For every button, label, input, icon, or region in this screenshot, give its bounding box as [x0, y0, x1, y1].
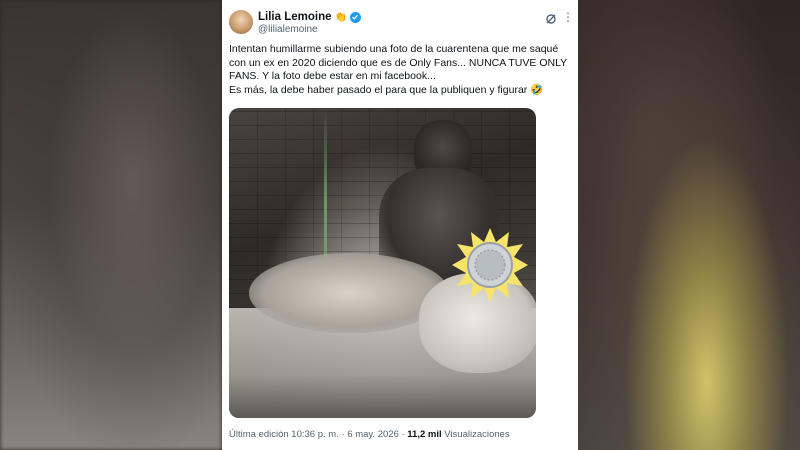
author-name-row: Lilia Lemoine 👏 [258, 11, 361, 23]
grok-icon[interactable] [545, 12, 557, 30]
background-blur-left [0, 0, 222, 450]
views-label: Visualizaciones [441, 429, 510, 440]
tweet-photo[interactable] [229, 108, 536, 418]
verified-badge-icon [349, 11, 361, 23]
background-blur-right [578, 0, 800, 450]
display-name[interactable]: Lilia Lemoine [258, 11, 332, 23]
views-count: 11,2 mil [407, 429, 442, 440]
tweet-text-line: Intentan humillarme subiendo una foto de… [229, 43, 567, 83]
censor-sticker-icon [452, 228, 528, 302]
more-options-icon[interactable]: ⋮ [562, 11, 575, 23]
tweet-text-line: Es más, la debe haber pasado el para que… [229, 83, 544, 96]
tweet-text: Intentan humillarme subiendo una foto de… [229, 43, 569, 97]
tweet-footer: Última edición 10:36 p. m. · 6 may. 2026… [229, 429, 510, 440]
name-emoji: 👏 [334, 11, 347, 23]
edit-timestamp[interactable]: Última edición 10:36 p. m. · 6 may. 2026… [229, 429, 407, 440]
handle[interactable]: @lilialemoine [258, 24, 318, 35]
avatar[interactable] [229, 10, 253, 34]
